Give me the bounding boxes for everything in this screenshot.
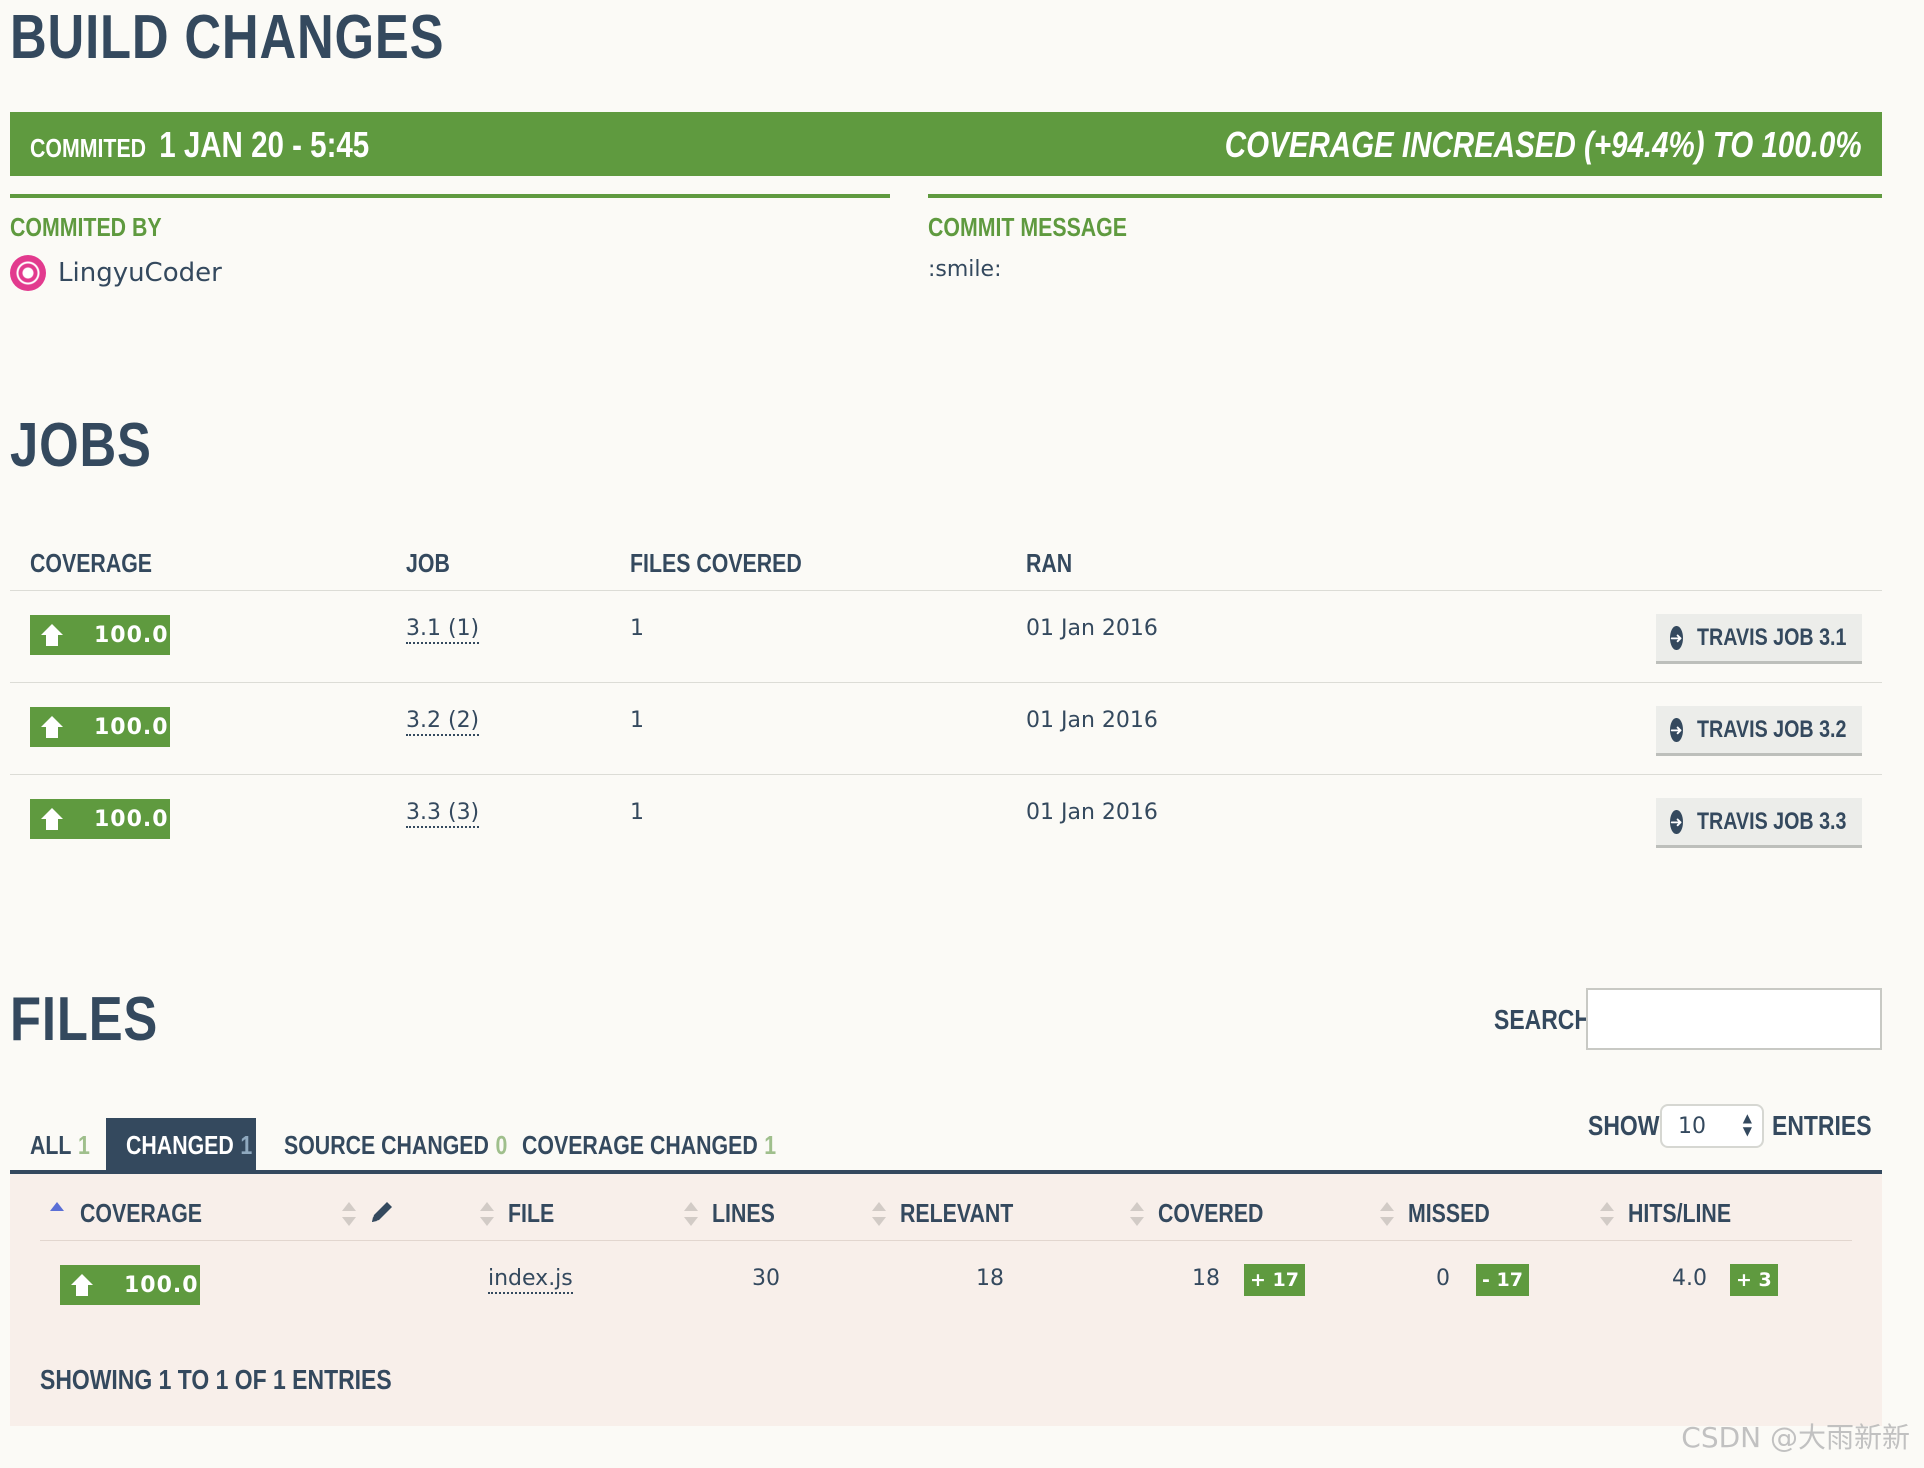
files-header-coverage[interactable]: COVERAGE xyxy=(80,1198,202,1229)
arrow-up-icon xyxy=(41,716,63,738)
divider xyxy=(10,682,1882,683)
files-header-relevant[interactable]: RELEVANT xyxy=(900,1198,1013,1229)
circle-arrow-right-icon: ➜ xyxy=(1670,625,1683,650)
committed-date: 1 JAN 20 - 5:45 xyxy=(159,124,370,165)
coverage-badge: 100.0 xyxy=(30,707,170,747)
travis-job-button[interactable]: ➜ TRAVIS JOB 3.3 xyxy=(1656,798,1862,848)
arrow-up-icon xyxy=(41,624,63,646)
commit-message: :smile: xyxy=(928,257,1002,282)
files-title: FILES xyxy=(10,985,159,1054)
pencil-icon xyxy=(372,1202,392,1222)
jobs-title: JOBS xyxy=(10,411,152,480)
tab-source-changed[interactable]: SOURCE CHANGED 0 xyxy=(264,1118,507,1172)
hits-delta-badge: + 3 xyxy=(1730,1264,1778,1296)
sort-icon[interactable] xyxy=(1130,1200,1144,1228)
committed-by-section: COMMITED BY LingyuCoder xyxy=(10,194,890,291)
sort-icon[interactable] xyxy=(342,1200,356,1228)
arrow-up-icon xyxy=(41,808,63,830)
avatar xyxy=(10,255,46,291)
files-covered-value: 1 xyxy=(630,800,644,825)
commit-message-section: COMMIT MESSAGE :smile: xyxy=(928,194,1882,282)
entries-label: ENTRIES xyxy=(1772,1110,1872,1141)
files-header-file[interactable]: FILE xyxy=(508,1198,554,1229)
files-header-lines[interactable]: LINES xyxy=(712,1198,775,1229)
coverage-summary: COVERAGE INCREASED (+94.4%) TO 100.0% xyxy=(1225,124,1862,165)
relevant-value: 18 xyxy=(976,1266,1004,1291)
files-header-hits-line[interactable]: HITS/LINE xyxy=(1628,1198,1731,1229)
tab-coverage-changed[interactable]: COVERAGE CHANGED 1 xyxy=(502,1118,776,1172)
travis-job-button[interactable]: ➜ TRAVIS JOB 3.1 xyxy=(1656,614,1862,664)
sort-icon[interactable] xyxy=(480,1200,494,1228)
job-link[interactable]: 3.3 (3) xyxy=(406,800,480,828)
build-changes-title: BUILD CHANGES xyxy=(10,3,445,72)
job-link[interactable]: 3.1 (1) xyxy=(406,616,480,644)
circle-arrow-right-icon: ➜ xyxy=(1670,717,1683,742)
committed-label: COMMITED xyxy=(30,133,147,163)
circle-arrow-right-icon: ➜ xyxy=(1670,809,1683,834)
files-covered-value: 1 xyxy=(630,616,644,641)
arrow-up-icon xyxy=(71,1274,93,1296)
sort-icon[interactable] xyxy=(684,1200,698,1228)
watermark: CSDN @大雨新新 xyxy=(1681,1421,1910,1454)
divider xyxy=(10,774,1882,775)
spinner-arrows-icon: ▲ ▼ xyxy=(1742,1111,1752,1138)
coverage-badge: 100.0 xyxy=(30,799,170,839)
jobs-header-job[interactable]: JOB xyxy=(406,548,450,579)
jobs-header-ran[interactable]: RAN xyxy=(1026,548,1072,579)
file-link[interactable]: index.js xyxy=(488,1266,573,1294)
missed-value: 0 xyxy=(1436,1266,1450,1291)
tab-all[interactable]: ALL 1 xyxy=(10,1118,90,1172)
tab-changed[interactable]: CHANGED 1 xyxy=(106,1118,256,1172)
ran-date: 01 Jan 2016 xyxy=(1026,800,1158,825)
commit-message-label: COMMIT MESSAGE xyxy=(928,212,1127,242)
files-header-missed[interactable]: MISSED xyxy=(1408,1198,1490,1229)
entries-select[interactable]: 10 ▲ ▼ xyxy=(1660,1104,1764,1148)
job-link[interactable]: 3.2 (2) xyxy=(406,708,480,736)
sort-asc-icon[interactable] xyxy=(50,1200,64,1228)
travis-job-button[interactable]: ➜ TRAVIS JOB 3.2 xyxy=(1656,706,1862,756)
files-covered-value: 1 xyxy=(630,708,644,733)
files-header-covered[interactable]: COVERED xyxy=(1158,1198,1263,1229)
sort-icon[interactable] xyxy=(1380,1200,1394,1228)
show-label: SHOW xyxy=(1588,1110,1660,1141)
committed-by-label: COMMITED BY xyxy=(10,212,162,242)
covered-delta-badge: + 17 xyxy=(1244,1264,1305,1296)
search-input[interactable] xyxy=(1586,988,1882,1050)
lines-value: 30 xyxy=(752,1266,780,1291)
ran-date: 01 Jan 2016 xyxy=(1026,616,1158,641)
coverage-badge: 100.0 xyxy=(60,1265,200,1305)
jobs-header-coverage[interactable]: COVERAGE xyxy=(30,548,152,579)
covered-value: 18 xyxy=(1192,1266,1220,1291)
divider xyxy=(40,1240,1852,1241)
search-label: SEARCH: xyxy=(1494,1004,1599,1035)
sort-icon[interactable] xyxy=(872,1200,886,1228)
hits-value: 4.0 xyxy=(1672,1266,1707,1291)
author-name[interactable]: LingyuCoder xyxy=(58,258,222,288)
coverage-badge: 100.0 xyxy=(30,615,170,655)
missed-delta-badge: - 17 xyxy=(1476,1264,1529,1296)
commit-banner: COMMITED 1 JAN 20 - 5:45 COVERAGE INCREA… xyxy=(10,112,1882,176)
jobs-header-files-covered[interactable]: FILES COVERED xyxy=(630,548,802,579)
divider xyxy=(10,590,1882,591)
showing-entries-info: SHOWING 1 TO 1 OF 1 ENTRIES xyxy=(40,1364,392,1395)
ran-date: 01 Jan 2016 xyxy=(1026,708,1158,733)
sort-icon[interactable] xyxy=(1600,1200,1614,1228)
